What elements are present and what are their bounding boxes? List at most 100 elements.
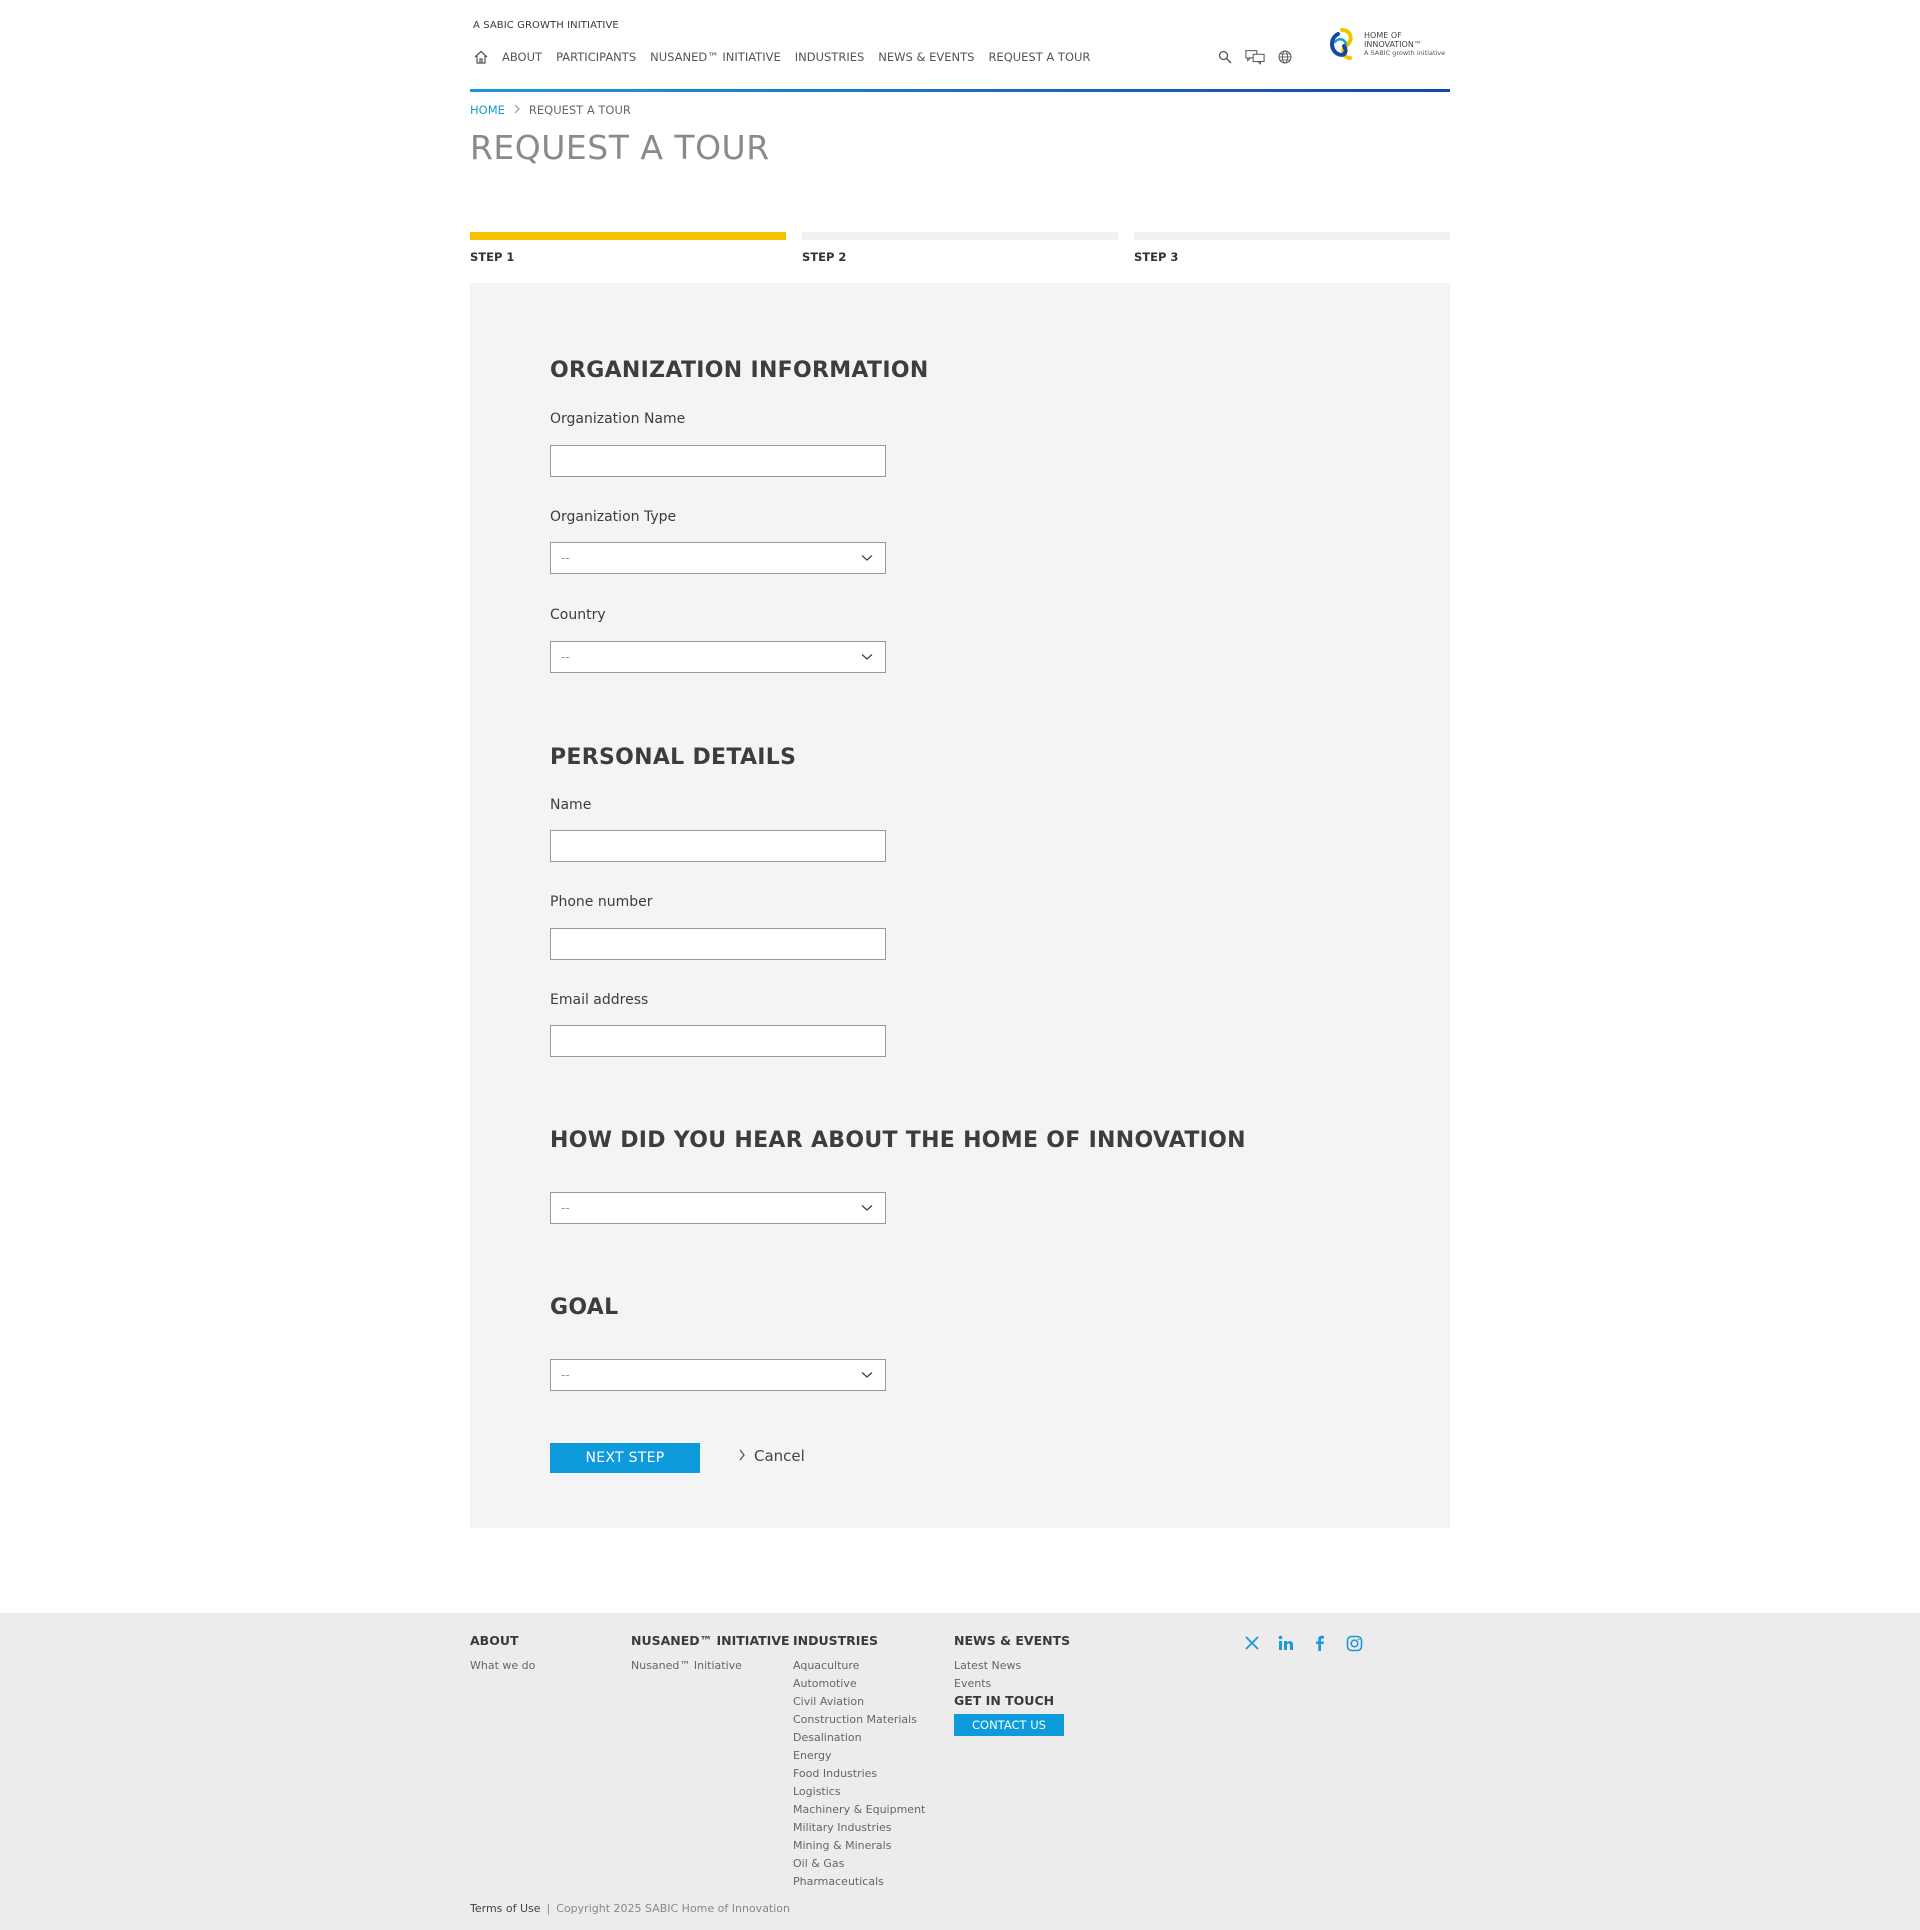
home-of-innovation-logo[interactable]: HOME OF INNOVATION™ A SABIC growth initi…	[1326, 26, 1445, 62]
tagline: A SABIC GROWTH INITIATIVE	[473, 20, 619, 31]
footer-link[interactable]: Civil Aviation	[793, 1693, 925, 1711]
step-2: STEP 2	[802, 232, 1118, 272]
how-did-you-hear-value: --	[561, 1201, 570, 1215]
org-type-value: --	[561, 551, 570, 565]
country-value: --	[561, 650, 570, 664]
nav-nusaned[interactable]: NUSANED™ INITIATIVE	[650, 50, 781, 64]
step-1: STEP 1	[470, 232, 786, 272]
home-icon[interactable]	[470, 48, 492, 66]
chevron-down-icon	[859, 649, 875, 665]
chevron-down-icon	[859, 550, 875, 566]
nav-participants[interactable]: PARTICIPANTS	[556, 50, 636, 64]
footer-col-nusaned: NUSANED™ INITIATIVE Nusaned™ Initiative	[631, 1633, 790, 1675]
footer-link[interactable]: Food Industries	[793, 1765, 925, 1783]
country-select[interactable]: --	[550, 641, 886, 673]
step-bar	[1134, 232, 1450, 240]
footer-link[interactable]: Desalination	[793, 1729, 925, 1747]
footer-heading-get-in-touch: GET IN TOUCH	[954, 1693, 1055, 1708]
how-did-you-hear-select[interactable]: --	[550, 1192, 886, 1224]
footer-link[interactable]: Automotive	[793, 1675, 925, 1693]
step-label: STEP 1	[470, 250, 515, 264]
footer-heading-industries[interactable]: INDUSTRIES	[793, 1633, 925, 1648]
footer-col-news: NEWS & EVENTS Latest News Events GET IN …	[954, 1633, 1070, 1736]
legal-separator: |	[546, 1902, 551, 1915]
cancel-label: Cancel	[754, 1447, 805, 1465]
name-input[interactable]	[550, 830, 886, 862]
step-bar	[802, 232, 1118, 240]
org-name-label: Organization Name	[550, 411, 686, 427]
personal-details-section-title: PERSONAL DETAILS	[550, 745, 797, 770]
footer-link[interactable]: Events	[954, 1675, 1070, 1693]
chat-icon[interactable]	[1245, 48, 1265, 66]
org-type-select[interactable]: --	[550, 542, 886, 574]
step-label: STEP 2	[802, 250, 847, 264]
nav-about[interactable]: ABOUT	[502, 50, 542, 64]
main-nav: ABOUT PARTICIPANTS NUSANED™ INITIATIVE I…	[470, 48, 1104, 66]
org-name-input[interactable]	[550, 445, 886, 477]
globe-icon[interactable]	[1275, 48, 1295, 66]
country-label: Country	[550, 607, 606, 623]
facebook-icon[interactable]	[1310, 1633, 1330, 1653]
phone-input[interactable]	[550, 928, 886, 960]
linkedin-icon[interactable]	[1276, 1633, 1296, 1653]
footer-link[interactable]: Energy	[793, 1747, 925, 1765]
footer-link[interactable]: Construction Materials	[793, 1711, 925, 1729]
breadcrumb-current: REQUEST A TOUR	[528, 103, 631, 117]
phone-label: Phone number	[550, 894, 653, 910]
footer-col-industries: INDUSTRIES Aquaculture Automotive Civil …	[793, 1633, 925, 1891]
footer-link[interactable]: Machinery & Equipment	[793, 1801, 925, 1819]
breadcrumb: HOME REQUEST A TOUR	[470, 103, 1450, 117]
organization-section-title: ORGANIZATION INFORMATION	[550, 358, 929, 383]
step-progress: STEP 1 STEP 2 STEP 3	[470, 232, 1450, 272]
form-panel: ORGANIZATION INFORMATION Organization Na…	[470, 283, 1450, 1528]
copyright-text: Copyright 2025 SABIC Home of Innovation	[556, 1902, 790, 1915]
instagram-icon[interactable]	[1344, 1633, 1364, 1653]
header-tools	[1215, 48, 1295, 66]
how-did-you-hear-section-title: HOW DID YOU HEAR ABOUT THE HOME OF INNOV…	[550, 1128, 1246, 1153]
goal-section-title: GOAL	[550, 1295, 619, 1320]
goal-select[interactable]: --	[550, 1359, 886, 1391]
org-type-label: Organization Type	[550, 509, 677, 525]
footer-col-about: ABOUT What we do	[470, 1633, 535, 1675]
footer-link[interactable]: Logistics	[793, 1783, 925, 1801]
footer-legal: Terms of Use | Copyright 2025 SABIC Home…	[470, 1902, 790, 1915]
footer-link[interactable]: Oil & Gas	[793, 1855, 925, 1873]
name-label: Name	[550, 797, 592, 813]
email-label: Email address	[550, 992, 649, 1008]
footer-link[interactable]: Military Industries	[793, 1819, 925, 1837]
step-3: STEP 3	[1134, 232, 1450, 272]
next-step-button[interactable]: NEXT STEP	[550, 1443, 700, 1473]
search-icon[interactable]	[1215, 48, 1235, 66]
footer-link[interactable]: Nusaned™ Initiative	[631, 1657, 790, 1675]
footer-link[interactable]: Pharmaceuticals	[793, 1873, 925, 1891]
footer-link[interactable]: Latest News	[954, 1657, 1070, 1675]
footer-heading-nusaned[interactable]: NUSANED™ INITIATIVE	[631, 1633, 790, 1648]
logo-mark-icon	[1330, 28, 1353, 60]
goal-value: --	[561, 1368, 570, 1382]
nav-industries[interactable]: INDUSTRIES	[795, 50, 865, 64]
page-title: REQUEST A TOUR	[470, 128, 770, 167]
chevron-right-icon	[738, 1447, 746, 1465]
footer-link[interactable]: Aquaculture	[793, 1657, 925, 1675]
logo-text: HOME OF INNOVATION™ A SABIC growth initi…	[1364, 30, 1446, 57]
site-header: A SABIC GROWTH INITIATIVE ABOUT PARTICIP…	[470, 0, 1450, 92]
x-twitter-icon[interactable]	[1242, 1633, 1262, 1653]
footer-heading-about[interactable]: ABOUT	[470, 1633, 535, 1648]
email-input[interactable]	[550, 1025, 886, 1057]
chevron-right-icon	[513, 103, 521, 117]
chevron-down-icon	[859, 1367, 875, 1383]
step-bar	[470, 232, 786, 240]
footer-link[interactable]: What we do	[470, 1657, 535, 1675]
nav-news-events[interactable]: NEWS & EVENTS	[878, 50, 974, 64]
cancel-link[interactable]: Cancel	[738, 1447, 805, 1465]
header-divider	[470, 89, 1450, 92]
step-label: STEP 3	[1134, 250, 1179, 264]
social-links	[1242, 1633, 1364, 1653]
breadcrumb-home[interactable]: HOME	[470, 103, 505, 117]
terms-of-use-link[interactable]: Terms of Use	[470, 1902, 541, 1915]
footer-link[interactable]: Mining & Minerals	[793, 1837, 925, 1855]
footer-heading-news[interactable]: NEWS & EVENTS	[954, 1633, 1070, 1648]
site-footer: ABOUT What we do NUSANED™ INITIATIVE Nus…	[0, 1613, 1920, 1930]
contact-us-button[interactable]: CONTACT US	[954, 1714, 1064, 1736]
nav-request-tour[interactable]: REQUEST A TOUR	[988, 50, 1090, 64]
